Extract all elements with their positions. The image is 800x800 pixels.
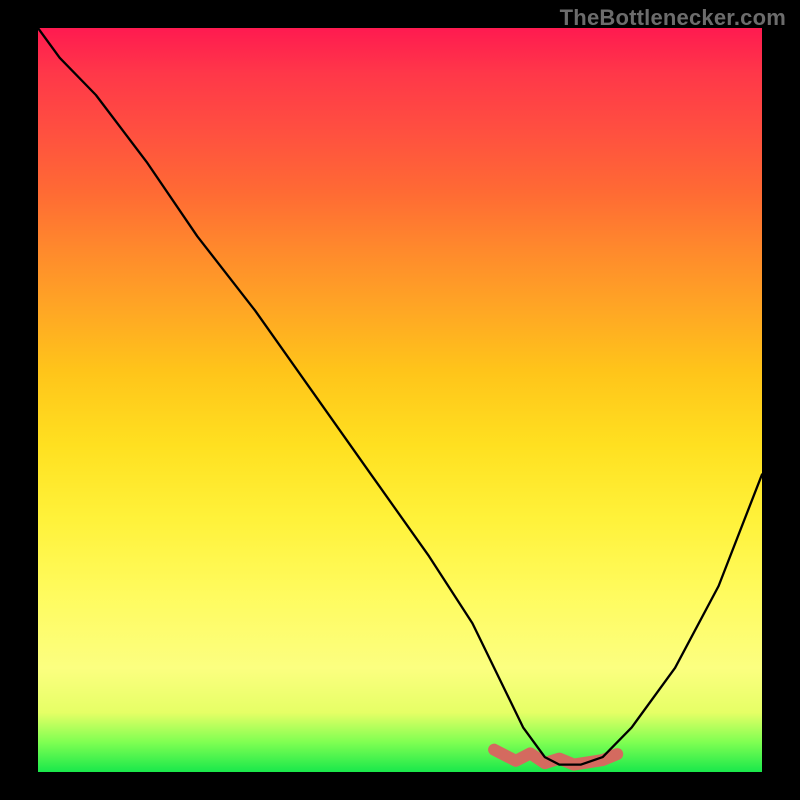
chart-frame: TheBottlenecker.com	[0, 0, 800, 800]
watermark-text: TheBottlenecker.com	[560, 5, 786, 31]
bottleneck-curve	[38, 28, 762, 765]
chart-svg	[38, 28, 762, 772]
